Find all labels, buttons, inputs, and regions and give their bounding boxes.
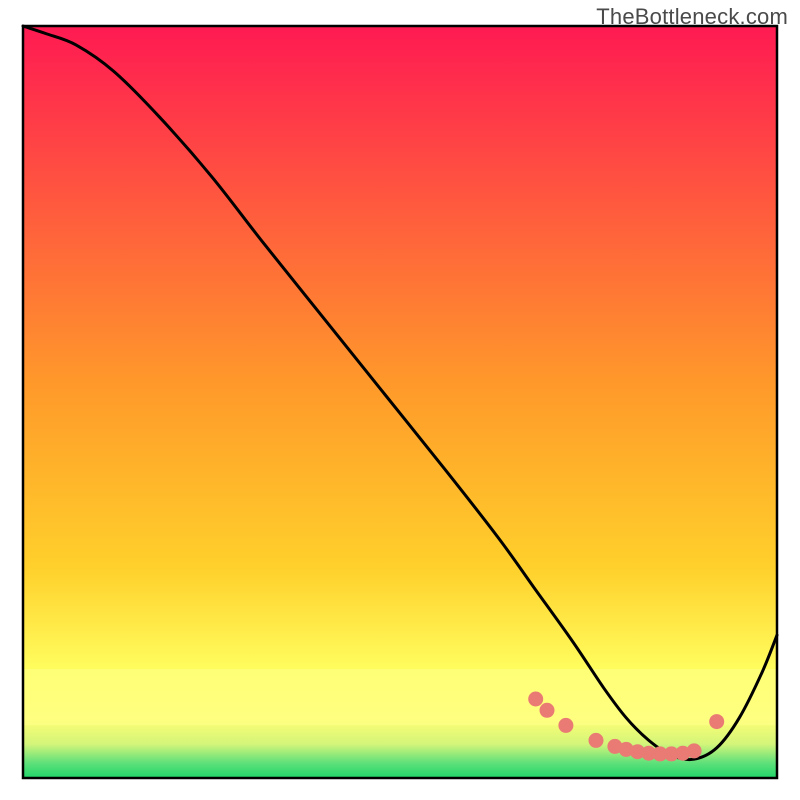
curve-marker bbox=[528, 692, 543, 707]
chart-svg bbox=[0, 0, 800, 800]
curve-marker bbox=[709, 714, 724, 729]
watermark-text: TheBottleneck.com bbox=[596, 4, 788, 30]
highlight-band bbox=[23, 669, 777, 725]
curve-marker bbox=[540, 703, 555, 718]
curve-marker bbox=[558, 718, 573, 733]
curve-marker bbox=[589, 733, 604, 748]
chart-container: TheBottleneck.com bbox=[0, 0, 800, 800]
curve-marker bbox=[687, 743, 702, 758]
plot-background bbox=[23, 26, 777, 778]
